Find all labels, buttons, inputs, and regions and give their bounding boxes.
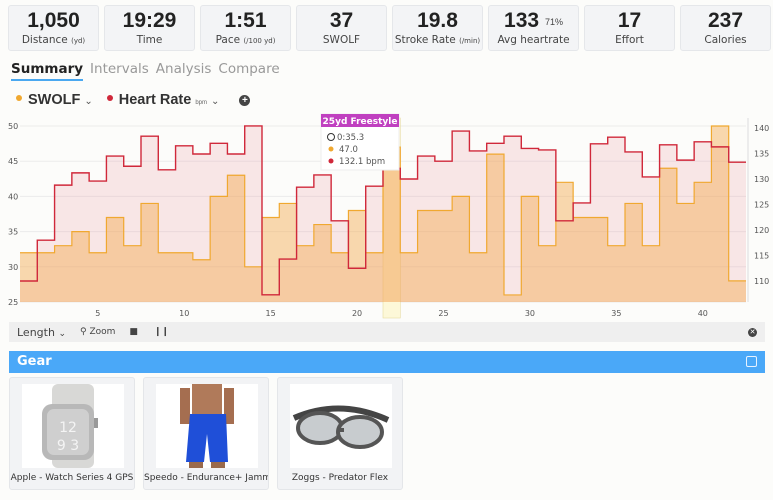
series-label: SWOLF: [28, 92, 81, 108]
series-selectors: SWOLF ⌄ Heart Rate bpm ⌄ +: [16, 92, 251, 108]
tab-compare[interactable]: Compare: [218, 61, 279, 81]
swim-chart[interactable]: 25 30 35 40 45 50 110 115 120 125 130 135 140 5 10 15 20…: [0, 112, 773, 322]
left-tick-label: 35: [8, 228, 18, 237]
stat-card: 17 Effort: [584, 5, 675, 51]
series-selector-swolf[interactable]: SWOLF ⌄: [16, 92, 93, 108]
series-unit: bpm: [195, 100, 207, 106]
close-icon[interactable]: ✕: [748, 327, 757, 337]
stat-value: 1,050: [27, 9, 80, 32]
chart-toolbar: Length ⌄ ⚲ Zoom ■ ❙❙ ✕: [9, 322, 765, 342]
x-tick-label: 35: [611, 309, 621, 318]
x-tick-label: 20: [352, 309, 362, 318]
x-tick-label: 40: [698, 309, 708, 318]
tab-intervals[interactable]: Intervals: [90, 61, 149, 81]
right-tick-label: 110: [754, 277, 769, 286]
heart-rate-dot-icon: [328, 158, 334, 164]
stat-label: Effort: [615, 34, 644, 46]
left-tick-label: 50: [8, 122, 18, 131]
tooltip-hr: 132.1 bpm: [339, 157, 385, 167]
gear-item-jammer[interactable]: Speedo - Endurance+ Jammer: [143, 377, 269, 490]
tooltip-time: 0:35.3: [337, 133, 364, 143]
right-tick-label: 120: [754, 226, 769, 235]
stat-card: 1:51 Pace (/100 yd): [200, 5, 291, 51]
stat-value: 1:51: [224, 9, 267, 32]
stat-card: 19.8 Stroke Rate (/min): [392, 5, 483, 51]
stat-card: 237 Calories: [680, 5, 771, 51]
edit-icon[interactable]: [746, 356, 757, 367]
stat-label: Distance (yd): [21, 34, 86, 46]
length-label: Length: [17, 325, 55, 339]
swolf-dot-icon: [328, 146, 334, 152]
left-tick-label: 40: [8, 192, 18, 201]
heart-rate-dot-icon: [106, 95, 113, 102]
chart-tooltip: 25yd Freestyle 0:35.3 47.0 132.1 bpm: [320, 113, 400, 171]
gear-title: Gear: [17, 354, 52, 369]
right-tick-label: 125: [754, 201, 769, 210]
tab-analysis[interactable]: Analysis: [156, 61, 212, 81]
tooltip-swolf: 47.0: [339, 145, 358, 155]
chevron-down-icon: ⌄: [84, 96, 93, 107]
magnifier-icon: ⚲: [80, 327, 87, 337]
stat-label: Stroke Rate (/min): [394, 34, 481, 46]
jammer-image: [156, 384, 258, 468]
left-tick-label: 30: [8, 263, 18, 272]
gear-item-goggles[interactable]: Zoggs - Predator Flex: [277, 377, 403, 490]
zoom-button[interactable]: ⚲ Zoom: [80, 327, 115, 337]
chevron-down-icon: ⌄: [58, 328, 66, 339]
tooltip-title: 25yd Freestyle: [323, 117, 398, 127]
right-tick-label: 130: [754, 175, 769, 184]
right-tick-label: 135: [754, 150, 769, 159]
series-label: Heart Rate: [118, 92, 192, 108]
comment-icon[interactable]: ■: [129, 327, 138, 337]
x-tick-label: 15: [266, 309, 276, 318]
x-tick-label: 25: [438, 309, 448, 318]
watch-image: 12 9 3: [22, 384, 124, 468]
x-tick-label: 5: [95, 309, 100, 318]
gear-item-watch[interactable]: 12 9 3 Apple - Watch Series 4 GPS: [9, 377, 135, 490]
stat-value: 17: [617, 9, 642, 32]
stat-value: 133 71%: [504, 9, 563, 32]
stat-value: 19:29: [122, 9, 177, 32]
left-tick-label: 45: [8, 157, 18, 166]
add-series-icon[interactable]: +: [239, 94, 251, 106]
goggles-image: [290, 384, 392, 468]
stat-sup: 71%: [544, 17, 563, 27]
svg-text:9 3: 9 3: [57, 438, 79, 454]
gear-header: Gear: [9, 351, 765, 373]
svg-text:12: 12: [59, 420, 77, 436]
chevron-down-icon: ⌄: [210, 96, 220, 107]
stat-card: 37 SWOLF: [296, 5, 387, 51]
stat-label: Pace (/100 yd): [215, 34, 276, 46]
stat-value: 237: [707, 9, 744, 32]
right-tick-label: 115: [754, 252, 769, 261]
stat-card: 19:29 Time: [104, 5, 195, 51]
tab-summary[interactable]: Summary: [11, 61, 84, 81]
pause-icon[interactable]: ❙❙: [154, 327, 169, 337]
length-dropdown[interactable]: Length ⌄: [17, 326, 66, 339]
gear-list: 12 9 3 Apple - Watch Series 4 GPS Speedo…: [9, 377, 403, 490]
gear-name: Speedo - Endurance+ Jammer: [144, 473, 268, 483]
stat-label: Calories: [704, 34, 747, 46]
stat-value: 37: [329, 9, 354, 32]
tab-bar: Summary Intervals Analysis Compare: [11, 61, 280, 81]
stat-value: 19.8: [417, 9, 458, 32]
right-tick-label: 140: [754, 124, 769, 133]
series-selector-heart-rate[interactable]: Heart Rate bpm ⌄: [106, 92, 220, 108]
stat-label: Time: [136, 34, 163, 46]
zoom-label: Zoom: [89, 327, 116, 337]
gear-name: Zoggs - Predator Flex: [291, 473, 389, 483]
x-tick-label: 10: [179, 309, 189, 318]
stat-label: SWOLF: [322, 34, 361, 46]
stat-card: 133 71% Avg heartrate: [488, 5, 579, 51]
gear-name: Apple - Watch Series 4 GPS: [10, 473, 134, 483]
x-tick-label: 30: [525, 309, 535, 318]
stat-label: Avg heartrate: [497, 34, 570, 46]
swolf-dot-icon: [16, 95, 22, 102]
stat-card: 1,050 Distance (yd): [8, 5, 99, 51]
stats-row: 1,050 Distance (yd) 19:29 Time 1:51 Pace (/10…: [8, 5, 771, 51]
left-tick-label: 25: [8, 298, 18, 307]
